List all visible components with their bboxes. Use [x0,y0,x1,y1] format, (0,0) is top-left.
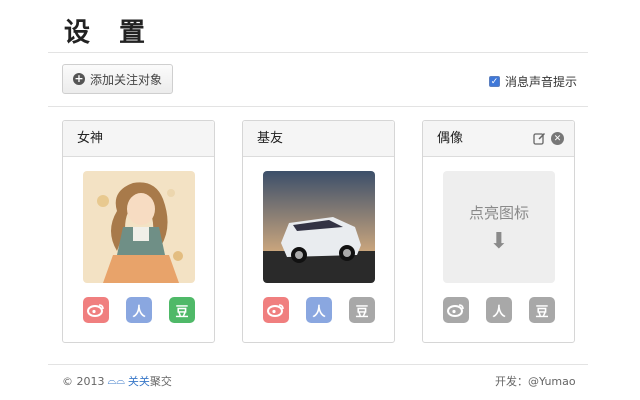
douban-icon[interactable]: 豆 [349,297,375,323]
card-tools: ✕ [533,132,564,145]
notify-label: 消息声音提示 [505,75,578,89]
plus-icon: + [73,72,85,85]
weibo-icon[interactable] [443,297,469,323]
edit-icon[interactable] [533,132,546,145]
brand-link[interactable]: 关关 [128,373,150,389]
card-title: 基友 [243,121,394,157]
footer-copyright: © 2013 ⌓⌓ 关关 聚交 [62,373,172,389]
social-icons: 人 豆 [263,297,375,323]
douban-icon[interactable]: 豆 [529,297,555,323]
card-image-anime-girl[interactable] [83,171,195,283]
weibo-icon[interactable] [263,297,289,323]
card-buddy: 基友 人 豆 [242,120,395,343]
add-follow-button[interactable]: + 添加关注对象 [62,64,173,94]
renren-icon[interactable]: 人 [486,297,512,323]
copyright-text: © 2013 [62,374,105,388]
placeholder-text: 点亮图标 [468,203,529,222]
footer-developer: 开发：@Yumao [495,375,576,388]
card-header: 偶像 ✕ [423,121,574,157]
header-divider [48,52,588,53]
toolbar-divider [48,106,588,107]
glasses-icon: ⌓⌓ [107,374,125,387]
page-title: 设 置 [64,18,156,48]
icon-placeholder[interactable]: 点亮图标 ⬇ [443,171,555,283]
social-icons: 人 豆 [443,297,555,323]
renren-icon[interactable]: 人 [126,297,152,323]
close-icon[interactable]: ✕ [551,132,564,145]
card-idol: 偶像 ✕ 点亮图标 ⬇ 人 豆 [422,120,575,343]
social-icons: 人 豆 [83,297,195,323]
brand-suffix: 聚交 [149,375,172,388]
card-goddess: 女神 人 豆 [62,120,215,343]
arrow-down-icon: ⬇ [489,228,509,254]
renren-icon[interactable]: 人 [306,297,332,323]
card-title: 女神 [63,121,214,157]
card-title: 偶像 [437,131,464,146]
notify-checkbox[interactable]: ✓ [489,76,500,87]
notify-sound-option[interactable]: ✓ 消息声音提示 [489,73,577,90]
weibo-icon[interactable] [83,297,109,323]
douban-icon[interactable]: 豆 [169,297,195,323]
footer-divider [48,364,588,365]
add-follow-label: 添加关注对象 [90,72,163,87]
card-image-car[interactable] [263,171,375,283]
